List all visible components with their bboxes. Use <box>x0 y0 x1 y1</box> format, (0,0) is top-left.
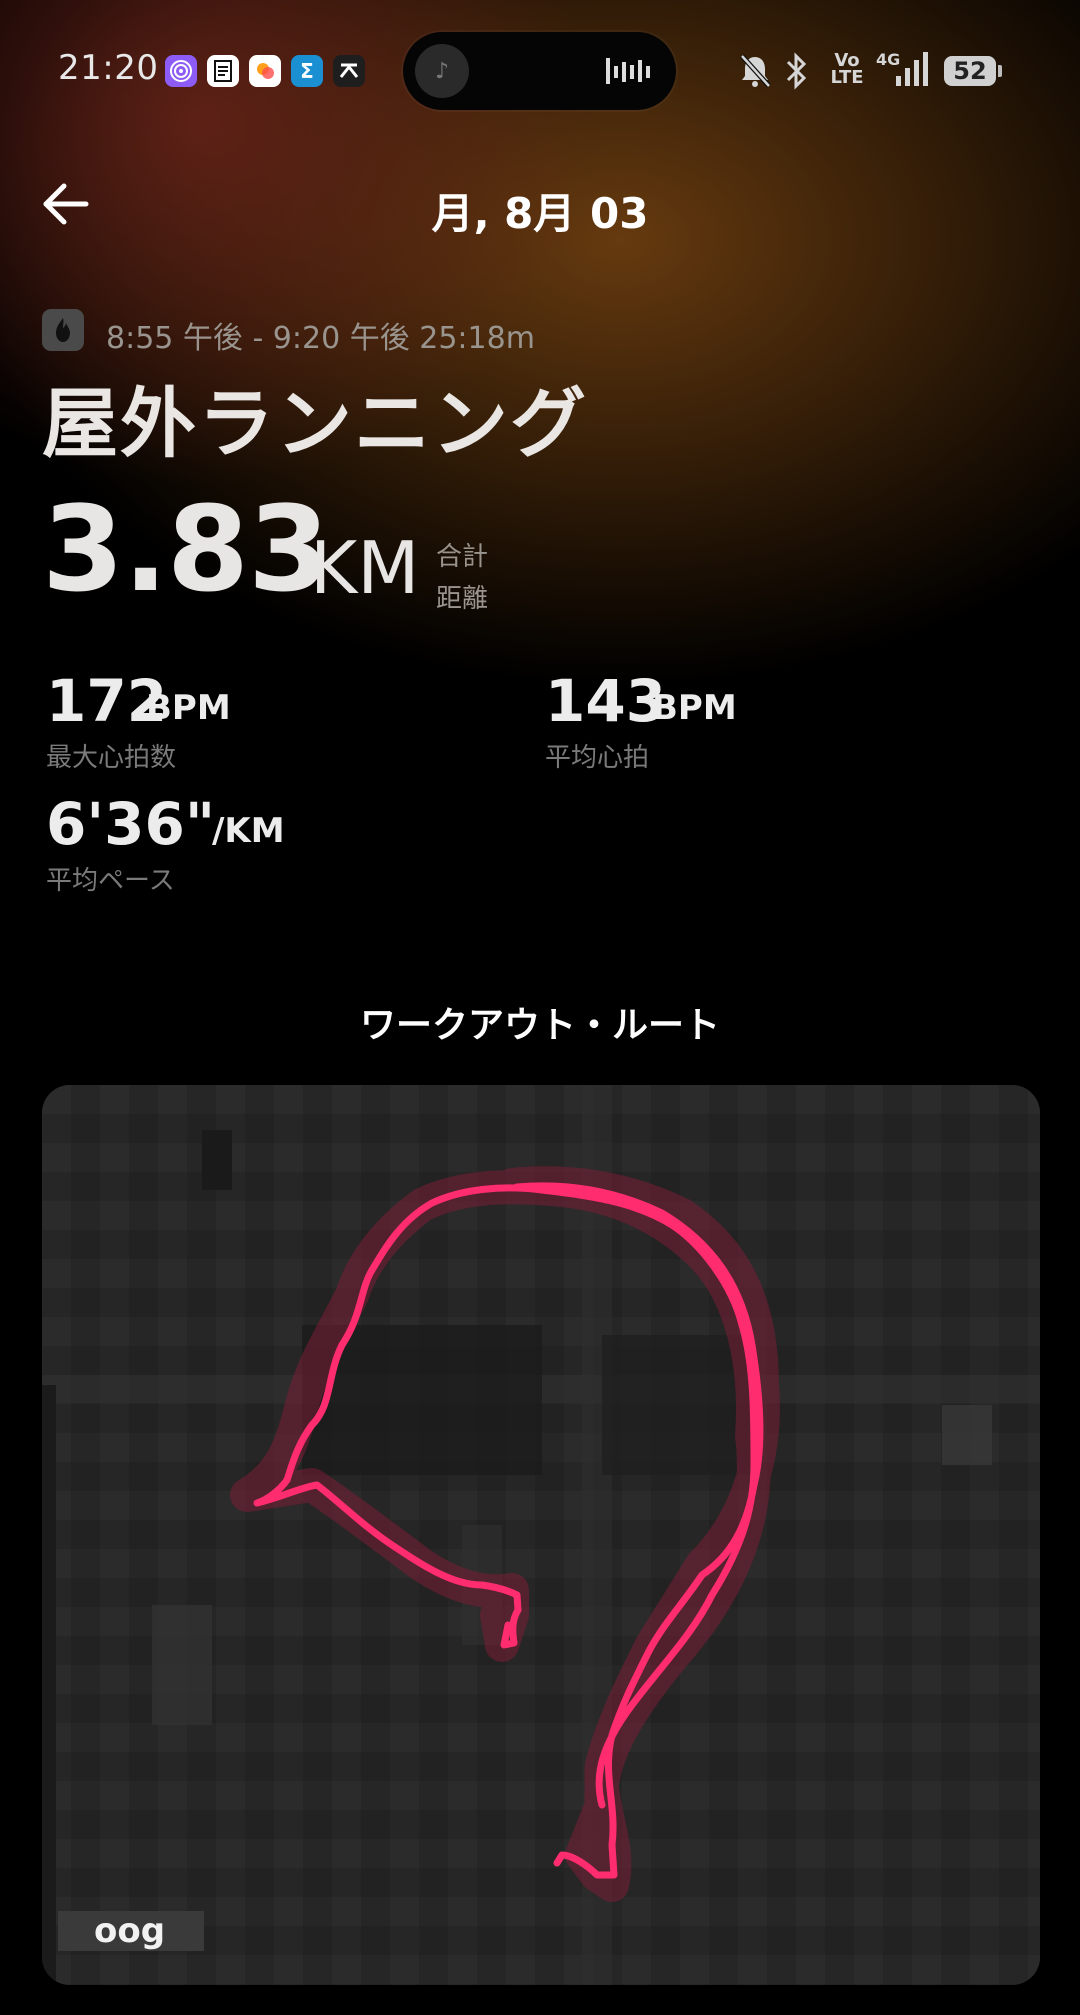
page-title: 月, 8月 03 <box>431 189 649 238</box>
avg-hr-label: 平均心拍 <box>545 743 650 773</box>
4g-signal-icon: 4G <box>876 50 932 90</box>
workout-name: 屋外ランニング <box>42 379 588 468</box>
flame-icon <box>42 309 84 351</box>
distance-label-line2: 距離 <box>436 584 489 614</box>
battery-tip <box>998 65 1002 77</box>
workout-detail-screen: 21:20 Σ ♪ Vo LTE 4G 52 月, 8月 03 8:55 午後 … <box>0 0 1080 2015</box>
sigma-app-icon: Σ <box>291 55 323 87</box>
avg-hr-unit: BPM <box>652 688 737 728</box>
avg-pace-unit: /KM <box>212 811 285 851</box>
music-note-icon: ♪ <box>415 44 469 98</box>
notes-app-icon <box>207 55 239 87</box>
battery-icon: 52 <box>944 56 996 86</box>
workout-time-range: 8:55 午後 - 9:20 午後 25:18m <box>106 321 535 356</box>
avg-pace-label: 平均ペース <box>46 866 175 896</box>
max-hr-label: 最大心拍数 <box>46 743 177 773</box>
distance-label-line1: 合計 <box>436 542 489 572</box>
distance-label: 合計 距離 <box>436 536 496 620</box>
route-map[interactable]: oog <box>42 1085 1040 1985</box>
bluetooth-icon <box>786 52 807 90</box>
audio-waveform-icon <box>606 58 650 84</box>
status-time: 21:20 <box>58 48 159 88</box>
avg-hr-value: 143 <box>545 667 667 735</box>
route-map-canvas <box>42 1085 1040 1985</box>
max-hr-unit: BPM <box>146 688 231 728</box>
distance-value: 3.83 <box>42 480 330 618</box>
photos-app-icon <box>249 55 281 87</box>
volte-icon: Vo LTE <box>830 50 864 88</box>
distance-unit: KM <box>310 526 420 610</box>
route-section-title: ワークアウト・ルート <box>359 1005 720 1046</box>
mute-bell-icon <box>740 54 771 88</box>
map-credit-label: oog <box>58 1911 204 1951</box>
avg-pace-value: 6'36" <box>46 790 216 858</box>
dynamic-island-media[interactable]: ♪ <box>403 32 676 110</box>
arrow-app-icon <box>333 55 365 87</box>
fingerprint-app-icon <box>165 55 197 87</box>
